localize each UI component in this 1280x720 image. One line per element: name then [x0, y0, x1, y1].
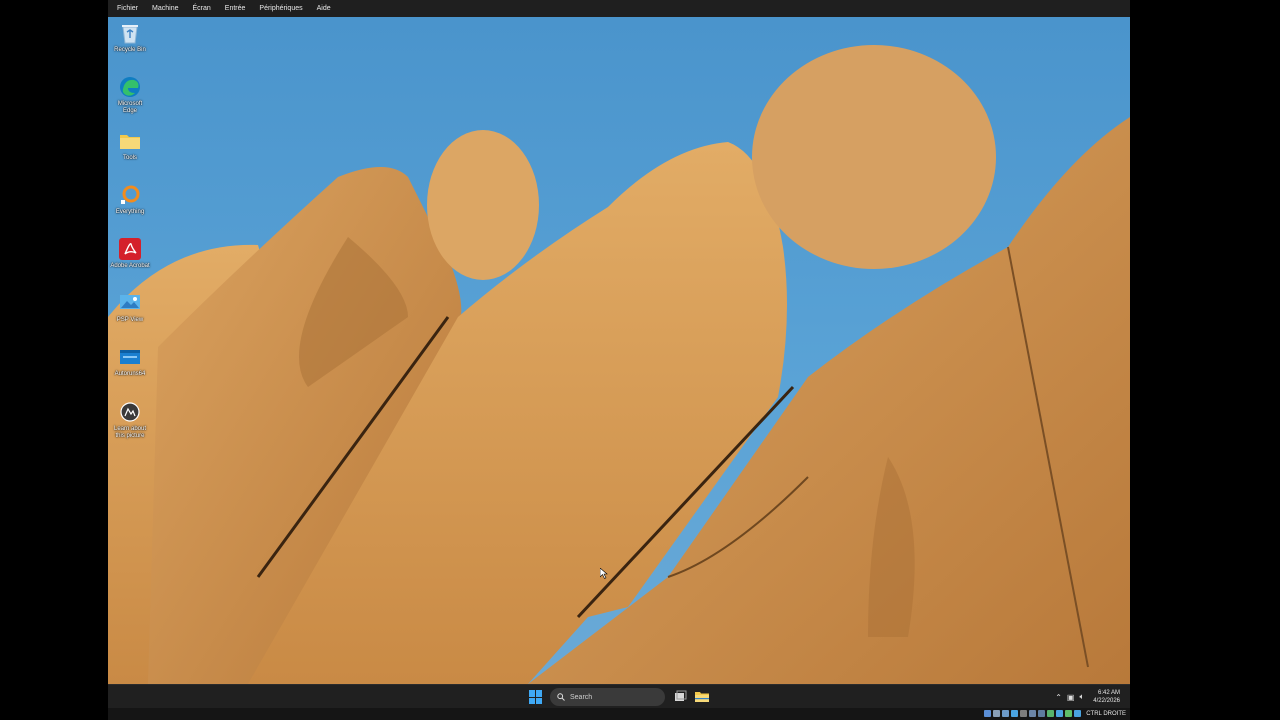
keyboard-status-icon[interactable] [1074, 710, 1082, 717]
taskbar-search[interactable]: Search [550, 688, 665, 706]
vbox-statusbar: CTRL DROITE [108, 708, 1130, 720]
everything-icon [118, 183, 142, 207]
desktop-icon-acrobat[interactable]: Adobe Acrobat [110, 237, 150, 270]
desktop-icon-edge[interactable]: Microsoft Edge [110, 75, 150, 115]
clock-time: 6:42 AM [1097, 690, 1120, 696]
menu-ecran[interactable]: Écran [192, 5, 210, 12]
menu-fichier[interactable]: Fichier [117, 5, 138, 12]
vbox-status-icons: CTRL DROITE [984, 710, 1126, 717]
taskbar-clock[interactable]: 6:42 AM 4/22/2026 [1093, 689, 1120, 705]
search-placeholder: Search [570, 693, 593, 701]
desktop-icon-label: PSP View [116, 317, 144, 323]
menu-aide[interactable]: Aide [317, 5, 331, 12]
learn-picture-icon [118, 400, 142, 424]
file-explorer-button[interactable] [695, 690, 709, 704]
menu-entree[interactable]: Entrée [225, 5, 246, 12]
menu-peripheriques[interactable]: Périphériques [259, 5, 302, 12]
wallpaper-rocks [108, 45, 1130, 684]
start-button[interactable] [529, 690, 543, 704]
chevron-up-icon[interactable]: ⌃ [1055, 693, 1062, 702]
windows-logo-icon [529, 690, 535, 697]
network-status-icon[interactable] [1011, 710, 1019, 717]
desktop-icon-label: Autoruns64 [114, 371, 146, 377]
task-view-button[interactable] [673, 690, 687, 704]
file-explorer-icon [695, 692, 709, 702]
desktop-icon-autoruns[interactable]: Autoruns64 [110, 345, 150, 378]
vbox-menubar: Fichier Machine Écran Entrée Périphériqu… [108, 0, 1130, 17]
desktop-icon-learn-picture[interactable]: Learn about this picture [110, 400, 150, 440]
recording-status-icon[interactable] [1047, 710, 1055, 717]
desktop-icon-label: Recycle Bin [114, 47, 146, 53]
volume-icon[interactable]: 🔈︎ [1079, 692, 1084, 702]
optical-status-icon[interactable] [993, 710, 1001, 717]
mouse-integration-icon[interactable] [1065, 710, 1073, 717]
acrobat-icon [118, 237, 142, 261]
desktop-icon-label: Adobe Acrobat [110, 263, 150, 269]
display-status-icon[interactable] [1038, 710, 1046, 717]
desktop-icon-label: Learn about this picture [113, 426, 147, 439]
clock-date: 4/22/2026 [1093, 698, 1120, 704]
desktop[interactable]: Recycle Bin Microsoft Edge Tools Everyth… [108, 17, 1130, 684]
recycle-bin-icon [118, 21, 142, 45]
edge-icon [118, 75, 142, 99]
hdd-status-icon[interactable] [984, 710, 992, 717]
usb-status-icon[interactable] [1020, 710, 1028, 717]
autoruns-icon [118, 345, 142, 369]
desktop-icon-label: Everything [115, 209, 145, 215]
vm-window: Fichier Machine Écran Entrée Périphériqu… [108, 0, 1130, 720]
desktop-icon-tools[interactable]: Tools [110, 129, 150, 162]
cpu-status-icon[interactable] [1056, 710, 1064, 717]
host-key-label: CTRL DROITE [1086, 710, 1126, 717]
desktop-icon-label: Tools [122, 155, 137, 161]
desktop-icon-recycle-bin[interactable]: Recycle Bin [110, 21, 150, 54]
image-viewer-icon [118, 291, 142, 315]
folder-icon [118, 129, 142, 153]
mouse-cursor-icon [600, 568, 608, 579]
audio-status-icon[interactable] [1002, 710, 1010, 717]
task-view-icon [675, 690, 687, 701]
menu-machine[interactable]: Machine [152, 5, 178, 12]
network-icon[interactable]: ▣ [1067, 693, 1075, 702]
desktop-icon-label: Microsoft Edge [117, 101, 143, 114]
taskbar: Search ⌃ ▣ 🔈︎ 6:42 AM 4/22/2026 [108, 684, 1130, 708]
shared-folder-status-icon[interactable] [1029, 710, 1037, 717]
desktop-icon-everything[interactable]: Everything [110, 183, 150, 216]
desktop-icon-psp-view[interactable]: PSP View [110, 291, 150, 324]
search-icon [557, 693, 565, 701]
system-tray: ⌃ ▣ 🔈︎ 6:42 AM 4/22/2026 [1055, 685, 1130, 709]
